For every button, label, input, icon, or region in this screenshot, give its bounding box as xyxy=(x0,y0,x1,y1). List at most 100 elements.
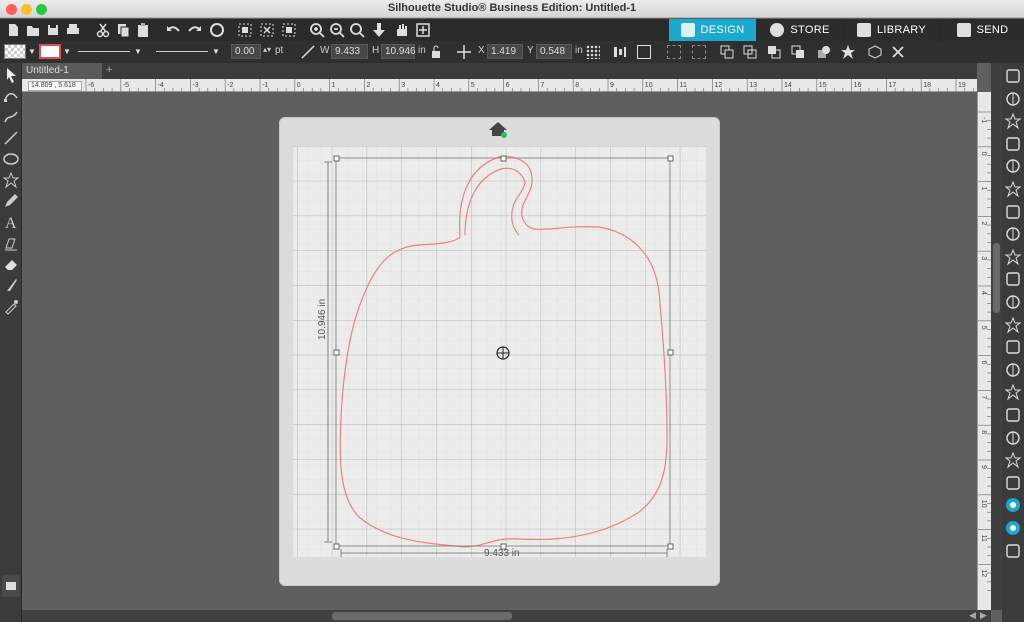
shadow-icon[interactable] xyxy=(1004,157,1022,175)
group-icon[interactable] xyxy=(667,45,681,59)
tab-library[interactable]: LIBRARY xyxy=(844,19,939,41)
release-compound-path-icon[interactable] xyxy=(743,45,757,59)
knife-icon[interactable] xyxy=(1,275,21,295)
reference-point-icon[interactable] xyxy=(586,45,600,59)
trace-cube-icon[interactable] xyxy=(867,45,883,59)
page-setup-icon[interactable] xyxy=(1004,67,1022,85)
eraser-icon[interactable] xyxy=(1,254,21,274)
select-all-icon[interactable] xyxy=(235,20,255,40)
make-compound-path-icon[interactable] xyxy=(720,45,734,59)
replicate-icon[interactable] xyxy=(1004,248,1022,266)
line-join-dropdown-arrow-icon[interactable]: ▼ xyxy=(212,47,220,56)
weld-icon[interactable] xyxy=(817,45,831,59)
align-icon[interactable] xyxy=(612,45,628,59)
ruler-tick-label: 6 xyxy=(980,361,987,365)
pan-hand-icon[interactable] xyxy=(391,20,411,40)
scroll-left-arrow-icon[interactable]: ◀ xyxy=(969,610,976,621)
save-icon[interactable] xyxy=(43,20,63,40)
line-join-selector[interactable] xyxy=(156,51,208,52)
ungroup-icon[interactable] xyxy=(692,45,706,59)
x-input[interactable]: 1.419 xyxy=(487,44,523,59)
delete-icon[interactable] xyxy=(279,20,299,40)
draw-curve-icon[interactable] xyxy=(1,107,21,127)
tab-store[interactable]: STORE xyxy=(758,19,842,41)
text-style-icon[interactable] xyxy=(1004,180,1022,198)
horizontal-scrollbar[interactable]: ◀ ▶ xyxy=(22,610,991,622)
horizontal-scroll-thumb[interactable] xyxy=(332,612,512,620)
copy-icon[interactable] xyxy=(113,20,133,40)
send-icon[interactable] xyxy=(1004,519,1022,537)
deselect-icon[interactable] xyxy=(257,20,277,40)
scroll-right-arrow-icon[interactable]: ▶ xyxy=(980,610,987,621)
height-input[interactable]: 10.946 xyxy=(381,44,416,59)
modify-icon[interactable] xyxy=(1004,270,1022,288)
undo-icon[interactable] xyxy=(163,20,183,40)
line-width-stepper[interactable]: ▴▾ xyxy=(263,45,271,54)
puzzle-icon[interactable] xyxy=(1004,406,1022,424)
y-input[interactable]: 0.548 xyxy=(536,44,572,59)
zoom-out-icon[interactable] xyxy=(327,20,347,40)
zoom-fit-icon[interactable] xyxy=(347,20,367,40)
send-to-back-icon[interactable] xyxy=(791,45,805,59)
new-file-icon[interactable] xyxy=(3,20,23,40)
ellipse-icon[interactable] xyxy=(1,149,21,169)
ruler-tick-label: 18 xyxy=(923,82,931,89)
pumpkin-shape-svg[interactable] xyxy=(279,117,720,586)
line-style-selector[interactable] xyxy=(78,51,130,52)
zoom-in-icon[interactable] xyxy=(307,20,327,40)
line-color-dropdown-arrow-icon[interactable]: ▼ xyxy=(63,47,71,56)
star-icon[interactable] xyxy=(1,170,21,190)
offset-icon[interactable] xyxy=(1004,293,1022,311)
eyedropper-icon[interactable] xyxy=(1,296,21,316)
line-icon[interactable] xyxy=(1,128,21,148)
layers-icon[interactable] xyxy=(1004,429,1022,447)
close-options-icon[interactable] xyxy=(890,44,906,60)
settings-icon[interactable] xyxy=(1004,496,1022,514)
paste-icon[interactable] xyxy=(133,20,153,40)
print-icon[interactable] xyxy=(63,20,83,40)
tab-send[interactable]: SEND xyxy=(941,19,1024,41)
center-to-page-icon[interactable] xyxy=(637,45,651,59)
rhinestone-icon[interactable] xyxy=(1004,361,1022,379)
line-color-swatch[interactable] xyxy=(39,44,61,59)
add-document-tab-button[interactable]: + xyxy=(106,64,112,76)
add-page-icon[interactable] xyxy=(413,20,433,40)
cut-icon[interactable] xyxy=(93,20,113,40)
redo-icon[interactable] xyxy=(185,20,205,40)
transform-icon[interactable] xyxy=(1004,135,1022,153)
node-edit-icon[interactable] xyxy=(1,86,21,106)
open-file-icon[interactable] xyxy=(23,20,43,40)
fill-swatch[interactable] xyxy=(4,44,26,59)
fill-icon[interactable] xyxy=(1,233,21,253)
ruler-tick-label: -6 xyxy=(88,82,94,89)
move-down-icon[interactable] xyxy=(369,20,389,40)
tab-design[interactable]: DESIGN xyxy=(669,19,756,41)
pointer-icon[interactable] xyxy=(1,65,21,85)
offset-star-icon[interactable] xyxy=(840,44,856,60)
sketch-icon[interactable] xyxy=(1004,338,1022,356)
trace-icon[interactable] xyxy=(1004,316,1022,334)
line-width-input[interactable]: 0.00 xyxy=(231,44,261,59)
grid-icon[interactable] xyxy=(1004,542,1022,560)
align-icon[interactable] xyxy=(1004,225,1022,243)
bring-to-front-icon[interactable] xyxy=(767,45,781,59)
library-icon xyxy=(857,23,871,37)
vertical-scrollbar[interactable] xyxy=(991,63,1002,610)
library-icon[interactable] xyxy=(1004,474,1022,492)
fill-dropdown-arrow-icon[interactable]: ▼ xyxy=(28,47,36,56)
line-style-icon[interactable] xyxy=(1004,112,1022,130)
ruler-tick-label: -5 xyxy=(123,82,129,89)
lock-aspect-icon[interactable] xyxy=(430,45,442,59)
pencil-icon[interactable] xyxy=(1,191,21,211)
fill-color-icon[interactable] xyxy=(1004,90,1022,108)
font-icon[interactable] xyxy=(1004,203,1022,221)
document-tab[interactable]: Untitled-1 xyxy=(22,63,102,79)
star-panel-icon[interactable] xyxy=(1004,383,1022,401)
vertical-scroll-thumb[interactable] xyxy=(993,243,1000,313)
line-style-dropdown-arrow-icon[interactable]: ▼ xyxy=(134,47,142,56)
text-icon[interactable]: A xyxy=(1,212,21,232)
pattern-icon[interactable] xyxy=(1004,451,1022,469)
panel-toggle-icon[interactable] xyxy=(2,575,20,597)
width-input[interactable]: 9.433 xyxy=(331,44,368,59)
redraw-icon[interactable] xyxy=(207,20,227,40)
